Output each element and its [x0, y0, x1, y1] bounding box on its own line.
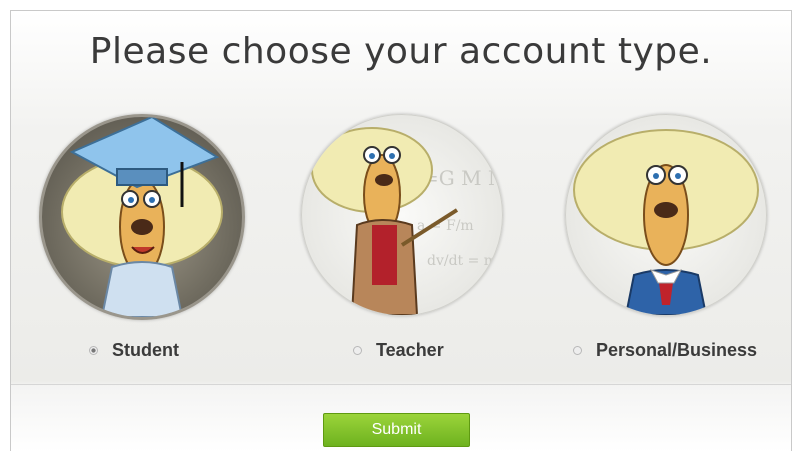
student-character-icon	[61, 117, 223, 317]
option-personal-business-label: Personal/Business	[596, 339, 758, 360]
svg-text:dv/dt = m: dv/dt = m	[427, 253, 497, 269]
form-divider	[11, 384, 791, 385]
student-illustration	[39, 114, 245, 320]
teacher-illustration: =G M M a = F/m dv/dt = m	[301, 114, 503, 316]
option-teacher-label: Teacher	[376, 339, 444, 360]
account-type-panel: Please choose your account type. Student	[10, 10, 792, 451]
submit-button[interactable]: Submit	[323, 413, 470, 447]
radio-personal-business[interactable]	[573, 345, 582, 355]
teacher-character-icon: =G M M a = F/m dv/dt = m	[311, 127, 502, 315]
svg-text:=G M M: =G M M	[422, 166, 502, 190]
option-teacher[interactable]: =G M M a = F/m dv/dt = m Teacher	[291, 106, 531, 376]
option-personal-business[interactable]: Personal/Business	[555, 106, 794, 376]
option-student[interactable]: Student	[29, 106, 269, 376]
radio-teacher[interactable]	[353, 345, 362, 355]
business-illustration	[565, 114, 767, 316]
page-title: Please choose your account type.	[89, 31, 713, 72]
business-character-icon	[573, 129, 759, 315]
radio-student[interactable]	[89, 345, 98, 355]
option-student-label: Student	[112, 339, 179, 360]
